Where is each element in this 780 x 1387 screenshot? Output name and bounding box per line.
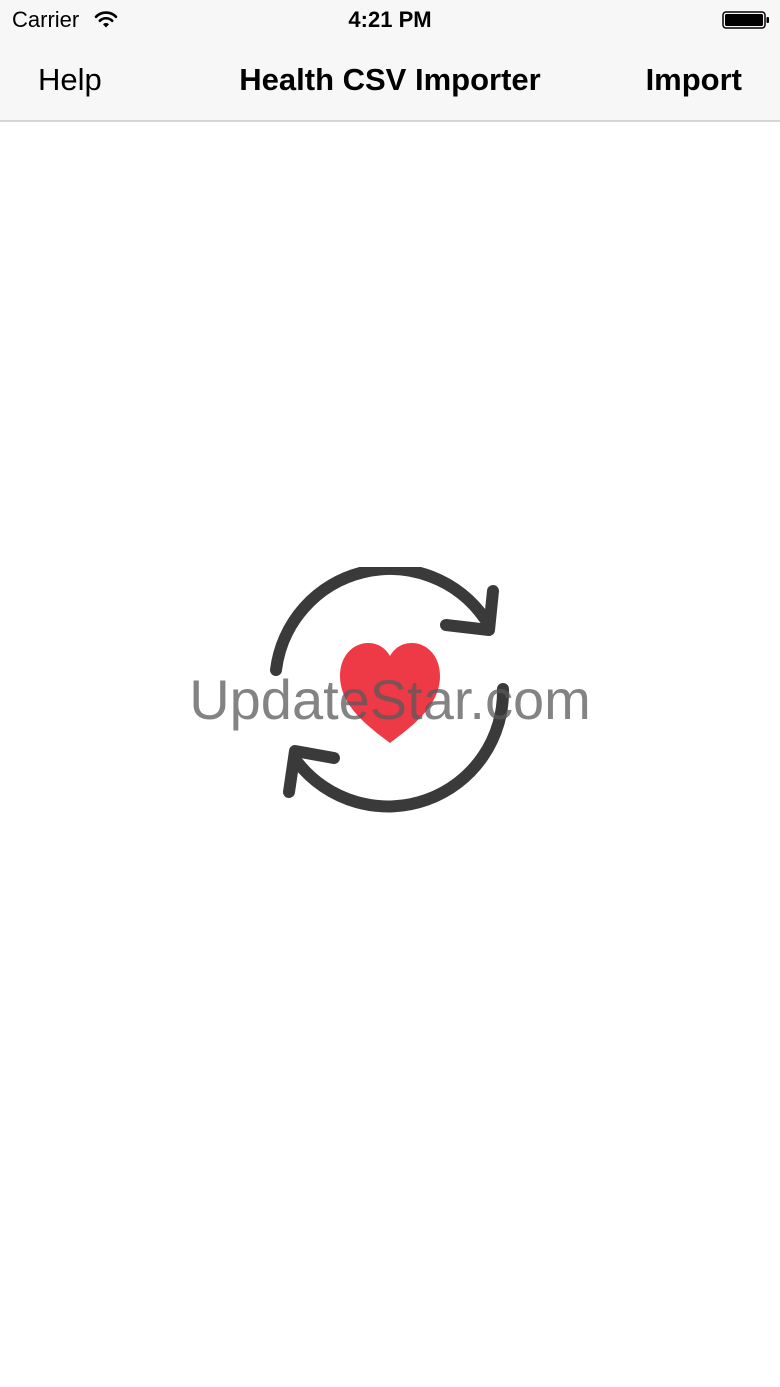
help-button[interactable]: Help [38,62,102,98]
app-screen: Carrier 4:21 PM Help Health CSV Importer… [0,0,780,1387]
navigation-bar: Help Health CSV Importer Import [0,40,780,122]
status-bar: Carrier 4:21 PM [0,0,780,40]
status-time: 4:21 PM [348,7,432,32]
main-content: UpdateStar.com [0,122,780,1387]
import-button[interactable]: Import [646,62,742,98]
battery-full-icon [722,11,769,29]
sync-heart-icon [270,567,510,813]
